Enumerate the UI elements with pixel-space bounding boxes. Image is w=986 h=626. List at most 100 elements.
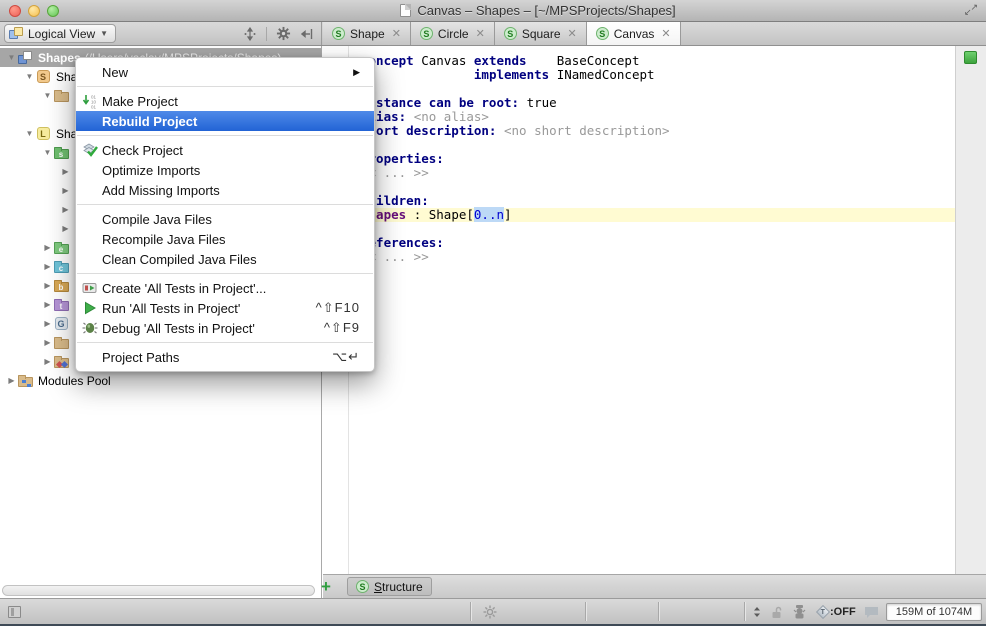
collapsed-arrow-icon[interactable]: ▶ — [60, 205, 71, 214]
add-aspect-button[interactable]: + — [317, 577, 335, 597]
menu-icon-placeholder — [82, 113, 102, 129]
aspect-tab-bar: + S Structure — [323, 574, 986, 598]
view-selector-label: Logical View — [28, 27, 95, 41]
code-line[interactable] — [349, 82, 955, 96]
error-stripe[interactable] — [955, 46, 986, 574]
debug-icon — [82, 320, 102, 336]
menu-item-project-paths[interactable]: Project Paths⌥↵ — [76, 347, 374, 367]
menu-item-create-all-tests-in-project[interactable]: Create 'All Tests in Project'... — [76, 278, 374, 298]
feedback-bubble-icon[interactable] — [864, 603, 879, 621]
menu-separator — [77, 86, 373, 87]
tree-horizontal-scrollbar[interactable] — [2, 585, 315, 596]
menu-icon-placeholder — [82, 231, 102, 247]
code-line[interactable]: children: — [349, 194, 955, 208]
menu-item-clean-compiled-java-files[interactable]: Clean Compiled Java Files — [76, 249, 374, 269]
editor-tab-circle[interactable]: SCircle✕ — [411, 22, 495, 45]
typesystem-indicator[interactable]: T :OFF — [818, 603, 856, 621]
collapsed-arrow-icon[interactable]: ▶ — [42, 319, 53, 328]
menu-item-add-missing-imports[interactable]: Add Missing Imports — [76, 180, 374, 200]
menu-item-label: New — [102, 65, 353, 80]
code-line[interactable]: instance can be root: true — [349, 96, 955, 110]
menu-item-label: Recompile Java Files — [102, 232, 360, 247]
editor-pane[interactable]: concept Canvas extends BaseConcept imple… — [323, 46, 986, 598]
editor-tab-shape[interactable]: SShape✕ — [323, 22, 411, 45]
collapsed-arrow-icon[interactable]: ▶ — [42, 281, 53, 290]
menu-item-rebuild-project[interactable]: Rebuild Project — [76, 111, 374, 131]
project-view-toolbar: Logical View ▼ — [0, 22, 322, 45]
analysis-ok-indicator[interactable] — [964, 51, 977, 64]
menu-item-compile-java-files[interactable]: Compile Java Files — [76, 209, 374, 229]
lock-icon[interactable] — [770, 603, 783, 621]
status-bar: T :OFF 159M of 1074M — [0, 598, 986, 626]
editor-tab-canvas[interactable]: SCanvas✕ — [587, 22, 681, 45]
tab-structure[interactable]: S Structure — [347, 577, 432, 596]
structure-aspect-icon: S — [356, 580, 369, 593]
tab-label: Shape — [350, 27, 385, 41]
toolwindow-toggle-icon[interactable] — [8, 603, 21, 621]
hector-inspector-icon[interactable] — [792, 603, 807, 621]
menu-item-label: Optimize Imports — [102, 163, 360, 178]
fullscreen-resize-icon[interactable]: ↗↙ — [964, 3, 978, 17]
make-icon: 011001 — [82, 93, 102, 109]
settings-gear-icon[interactable] — [275, 26, 291, 42]
code-line[interactable]: shapes : Shape[0..n] — [349, 208, 955, 222]
expanded-arrow-icon[interactable]: ▼ — [6, 53, 17, 62]
collapsed-arrow-icon[interactable]: ▶ — [60, 186, 71, 195]
menu-item-label: Create 'All Tests in Project'... — [102, 281, 360, 296]
close-tab-icon[interactable]: ✕ — [568, 27, 577, 40]
collapse-all-icon[interactable] — [242, 26, 258, 42]
menu-item-check-project[interactable]: Check Project — [76, 140, 374, 160]
typesystem-state: :OFF — [830, 606, 856, 618]
code-line[interactable]: short description: <no short description… — [349, 124, 955, 138]
collapsed-arrow-icon[interactable]: ▶ — [42, 338, 53, 347]
editor-tab-square[interactable]: SSquare✕ — [495, 22, 587, 45]
expanded-arrow-icon[interactable]: ▼ — [24, 72, 35, 81]
svg-text:01: 01 — [91, 105, 97, 110]
concept-editor[interactable]: concept Canvas extends BaseConcept imple… — [349, 54, 955, 264]
context-menu: New▶ 011001Make ProjectRebuild Project Che… — [75, 57, 375, 372]
code-line[interactable]: << ... >> — [349, 166, 955, 180]
code-line[interactable]: references: — [349, 236, 955, 250]
close-tab-icon[interactable]: ✕ — [476, 27, 485, 40]
window-title: Canvas – Shapes – [~/MPSProjects/Shapes] — [417, 3, 675, 18]
menu-item-optimize-imports[interactable]: Optimize Imports — [76, 160, 374, 180]
close-tab-icon[interactable]: ✕ — [392, 27, 401, 40]
menu-item-recompile-java-files[interactable]: Recompile Java Files — [76, 229, 374, 249]
tree-row-modules-pool[interactable]: ▶Modules Pool — [0, 371, 321, 390]
expanded-arrow-icon[interactable]: ▼ — [42, 148, 53, 157]
expanded-arrow-icon[interactable]: ▼ — [42, 91, 53, 100]
zoom-window-button[interactable] — [47, 5, 59, 17]
menu-shortcut: ^⇧F9 — [324, 320, 360, 336]
code-line[interactable]: alias: <no alias> — [349, 110, 955, 124]
code-line[interactable]: properties: — [349, 152, 955, 166]
collapsed-arrow-icon[interactable]: ▶ — [42, 300, 53, 309]
code-line[interactable] — [349, 138, 955, 152]
menu-item-make-project[interactable]: 011001Make Project — [76, 91, 374, 111]
collapsed-arrow-icon[interactable]: ▶ — [42, 357, 53, 366]
memory-indicator[interactable]: 159M of 1074M — [886, 603, 982, 621]
minimize-window-button[interactable] — [28, 5, 40, 17]
line-separator-selector-icon[interactable] — [752, 603, 762, 621]
close-window-button[interactable] — [9, 5, 21, 17]
menu-item-debug-all-tests-in-project[interactable]: Debug 'All Tests in Project' ^⇧F9 — [76, 318, 374, 338]
close-tab-icon[interactable]: ✕ — [661, 27, 670, 40]
code-line[interactable] — [349, 222, 955, 236]
traffic-lights — [9, 5, 59, 17]
collapsed-arrow-icon[interactable]: ▶ — [42, 243, 53, 252]
view-selector-button[interactable]: Logical View ▼ — [4, 24, 116, 43]
collapsed-arrow-icon[interactable]: ▶ — [6, 376, 17, 385]
hide-panel-icon[interactable] — [299, 26, 315, 42]
menu-shortcut: ^⇧F10 — [316, 300, 360, 316]
collapsed-arrow-icon[interactable]: ▶ — [60, 224, 71, 233]
collapsed-arrow-icon[interactable]: ▶ — [60, 167, 71, 176]
code-line[interactable]: implements INamedConcept — [349, 68, 955, 82]
expanded-arrow-icon[interactable]: ▼ — [24, 129, 35, 138]
menu-item-run-all-tests-in-project[interactable]: Run 'All Tests in Project'^⇧F10 — [76, 298, 374, 318]
code-line[interactable]: concept Canvas extends BaseConcept — [349, 54, 955, 68]
background-tasks-icon[interactable] — [483, 603, 497, 621]
menu-item-new[interactable]: New▶ — [76, 62, 374, 82]
code-line[interactable]: << ... >> — [349, 250, 955, 264]
code-line[interactable] — [349, 180, 955, 194]
menu-item-label: Debug 'All Tests in Project' — [102, 321, 306, 336]
collapsed-arrow-icon[interactable]: ▶ — [42, 262, 53, 271]
